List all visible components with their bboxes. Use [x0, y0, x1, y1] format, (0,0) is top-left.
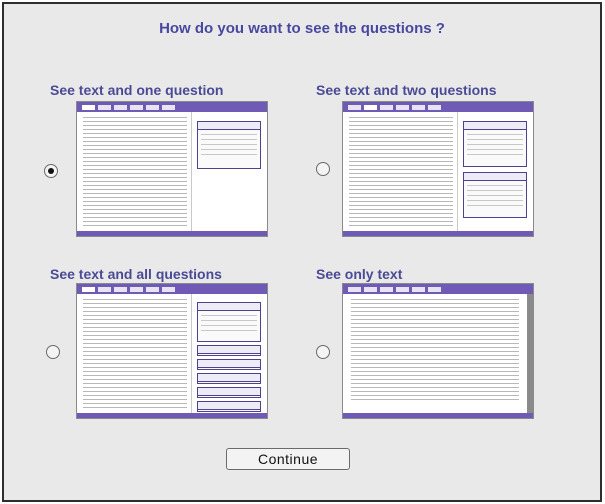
- preview-toolbar: [77, 284, 267, 294]
- preview-question-box: [197, 373, 261, 384]
- preview-text-lines: [351, 299, 519, 403]
- radio-one-question[interactable]: [44, 164, 58, 178]
- preview-only-text[interactable]: [342, 283, 534, 419]
- radio-two-questions[interactable]: [316, 162, 330, 176]
- preview-question-box: [197, 359, 261, 370]
- preview-text-lines: [83, 117, 187, 229]
- preview-question-box: [197, 302, 261, 342]
- preview-text-lines: [83, 299, 187, 411]
- option-label-one-question[interactable]: See text and one question: [50, 82, 223, 98]
- preview-one-question[interactable]: [76, 101, 268, 237]
- window-frame: How do you want to see the questions ? S…: [2, 2, 602, 502]
- preview-toolbar: [77, 102, 267, 112]
- preview-toolbar: [343, 284, 533, 294]
- continue-button[interactable]: Continue: [226, 448, 350, 470]
- page-title: How do you want to see the questions ?: [159, 20, 445, 37]
- preview-question-box: [463, 172, 527, 218]
- preview-two-questions[interactable]: [342, 101, 534, 237]
- preview-all-questions[interactable]: [76, 283, 268, 419]
- preview-question-box: [197, 387, 261, 398]
- preview-question-box: [197, 401, 261, 412]
- preview-question-box: [463, 121, 527, 167]
- option-label-all-questions[interactable]: See text and all questions: [50, 266, 222, 282]
- radio-only-text[interactable]: [316, 345, 330, 359]
- preview-text-lines: [349, 117, 453, 229]
- option-label-only-text[interactable]: See only text: [316, 266, 402, 282]
- option-label-two-questions[interactable]: See text and two questions: [316, 82, 496, 98]
- preview-toolbar: [343, 102, 533, 112]
- preview-question-box: [197, 121, 261, 169]
- radio-all-questions[interactable]: [46, 345, 60, 359]
- preview-question-box: [197, 345, 261, 356]
